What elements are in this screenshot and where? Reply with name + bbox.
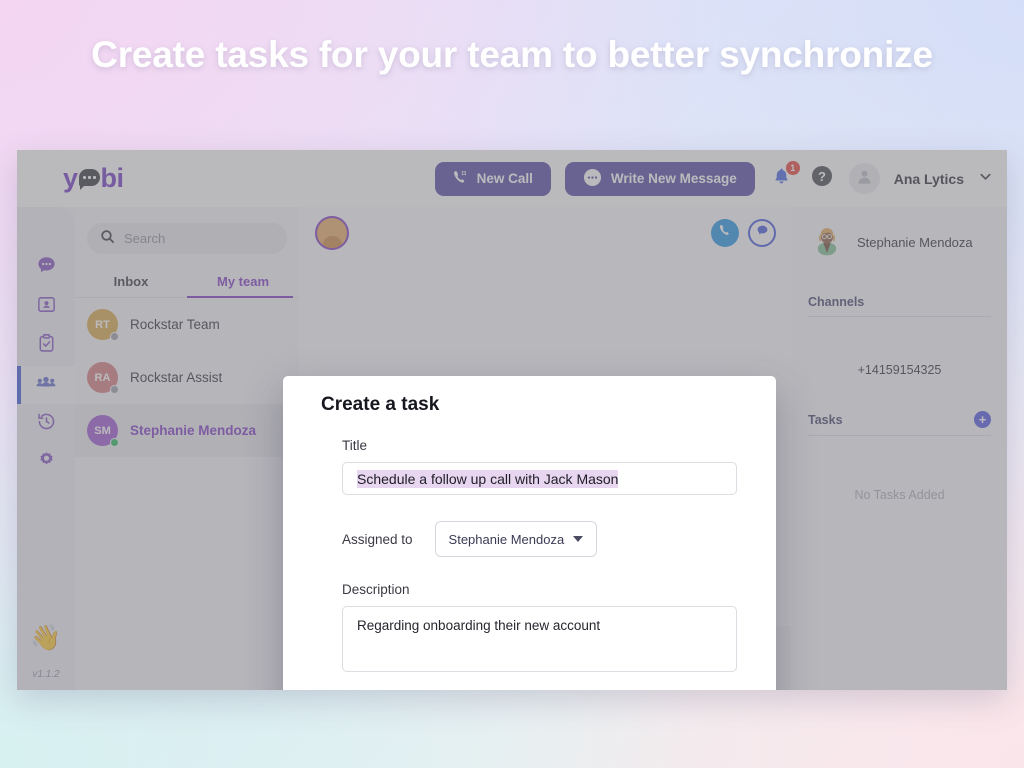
assigned-to-row: Assigned to Stephanie Mendoza <box>342 521 738 557</box>
clock-history-icon <box>36 411 57 437</box>
chat-bubble-icon <box>36 255 57 281</box>
help-button[interactable]: ? <box>809 166 835 192</box>
modal-title: Create a task <box>321 394 440 415</box>
avatar: RA <box>87 362 119 394</box>
phone-number-value: +14159154325 <box>857 363 942 377</box>
task-description-input[interactable]: Regarding onboarding their new account <box>342 606 737 672</box>
contact-name-label: Stephanie Mendoza <box>857 234 973 250</box>
contact-card-icon <box>36 294 57 320</box>
app-header: y bi New Call Write New Message 1 ? Ana … <box>17 150 1007 207</box>
message-action-button[interactable] <box>748 219 776 247</box>
avatar-initials: RA <box>94 371 111 384</box>
list-item[interactable]: SM Stephanie Mendoza <box>75 404 299 457</box>
status-dot <box>110 385 119 394</box>
app-version-label: v1.1.2 <box>32 669 60 680</box>
detail-header: Stephanie Mendoza <box>808 223 991 261</box>
assignee-select[interactable]: Stephanie Mendoza <box>434 521 598 557</box>
new-call-button[interactable]: New Call <box>434 161 551 196</box>
assigned-to-label: Assigned to <box>342 531 413 547</box>
svg-text:?: ? <box>818 169 826 184</box>
status-dot <box>110 332 119 341</box>
tab-my-team[interactable]: My team <box>187 274 299 298</box>
assignee-value: Stephanie Mendoza <box>448 531 565 547</box>
chevron-down-icon[interactable] <box>978 169 993 189</box>
thread-header <box>299 207 792 259</box>
rail-item-contacts[interactable] <box>17 288 75 326</box>
contact-detail-panel: Stephanie Mendoza Channels +14159154325 … <box>792 207 1007 690</box>
status-dot <box>110 438 119 447</box>
logo-text-suffix: bi <box>100 163 125 193</box>
new-call-label: New Call <box>476 171 533 186</box>
waving-hand-icon: 👋 <box>30 624 62 652</box>
list-item[interactable]: RA Rockstar Assist <box>75 351 299 404</box>
create-task-modal: Create a task Title Schedule a follow up… <box>283 376 776 690</box>
section-divider <box>808 435 991 436</box>
message-bubble-icon <box>583 168 602 190</box>
write-new-message-button[interactable]: Write New Message <box>564 161 755 196</box>
yobi-logo: y bi <box>63 163 124 194</box>
contact-illustration-avatar <box>808 223 846 261</box>
thread-actions <box>711 219 776 247</box>
people-icon <box>35 372 57 399</box>
conversation-name: Stephanie Mendoza <box>130 423 257 438</box>
conversation-name: Rockstar Assist <box>130 370 223 385</box>
rail-item-history[interactable] <box>17 405 75 443</box>
phone-dialpad-icon <box>453 170 468 188</box>
section-divider <box>808 316 991 317</box>
add-task-button[interactable]: + <box>974 411 991 428</box>
write-new-message-label: Write New Message <box>610 171 737 186</box>
task-title-input[interactable]: Schedule a follow up call with Jack Maso… <box>342 462 737 495</box>
avatar: SM <box>87 415 119 447</box>
chat-bubble-icon <box>756 224 769 242</box>
clipboard-check-icon <box>36 333 57 359</box>
notification-badge: 1 <box>785 160 800 175</box>
user-name-label: Ana Lytics <box>893 170 964 187</box>
description-field-label: Description <box>342 582 410 597</box>
search-input[interactable]: Search <box>87 223 287 254</box>
search-icon <box>100 229 115 249</box>
icon-rail: 👋 v1.1.2 <box>17 207 75 690</box>
tasks-title-text: Tasks <box>808 412 843 427</box>
person-icon <box>856 168 873 190</box>
notifications-button[interactable]: 1 <box>769 160 800 192</box>
task-title-value: Schedule a follow up call with Jack Maso… <box>357 469 619 488</box>
user-avatar[interactable] <box>848 163 880 194</box>
question-mark-icon: ? <box>811 165 833 192</box>
phone-icon <box>719 224 732 242</box>
gear-icon <box>36 450 57 476</box>
rail-footer: 👋 v1.1.2 <box>30 626 61 690</box>
page-headline: Create tasks for your team to better syn… <box>91 34 933 75</box>
list-item[interactable]: RT Rockstar Team <box>75 298 299 351</box>
avatar: RT <box>87 309 119 341</box>
conversation-name: Rockstar Team <box>130 317 220 332</box>
avatar-initials: SM <box>94 424 111 437</box>
tasks-section-title: Tasks + <box>808 411 991 428</box>
thread-contact-avatar <box>315 216 349 250</box>
rail-item-messages[interactable] <box>17 249 75 287</box>
header-actions: New Call Write New Message 1 ? Ana Lytic… <box>434 160 993 196</box>
logo-text-prefix: y <box>63 163 78 193</box>
no-tasks-message: No Tasks Added <box>854 488 945 502</box>
avatar-initials: RT <box>95 318 110 331</box>
list-tabs: Inbox My team <box>75 274 299 298</box>
call-action-button[interactable] <box>711 219 739 247</box>
conversation-list-panel: Search Inbox My team RT Rockstar Team RA… <box>75 207 299 690</box>
search-placeholder: Search <box>124 231 166 246</box>
channels-section-title: Channels <box>808 295 991 309</box>
rail-item-settings[interactable] <box>17 444 75 482</box>
title-field-label: Title <box>342 438 368 453</box>
tab-inbox[interactable]: Inbox <box>75 274 187 298</box>
chevron-down-icon <box>573 536 584 542</box>
rail-item-team[interactable] <box>17 366 75 404</box>
app-window: y bi New Call Write New Message 1 ? Ana … <box>17 150 1007 690</box>
channels-title-text: Channels <box>808 295 865 309</box>
rail-item-tasks[interactable] <box>17 327 75 365</box>
speech-bubble-icon <box>78 169 100 190</box>
